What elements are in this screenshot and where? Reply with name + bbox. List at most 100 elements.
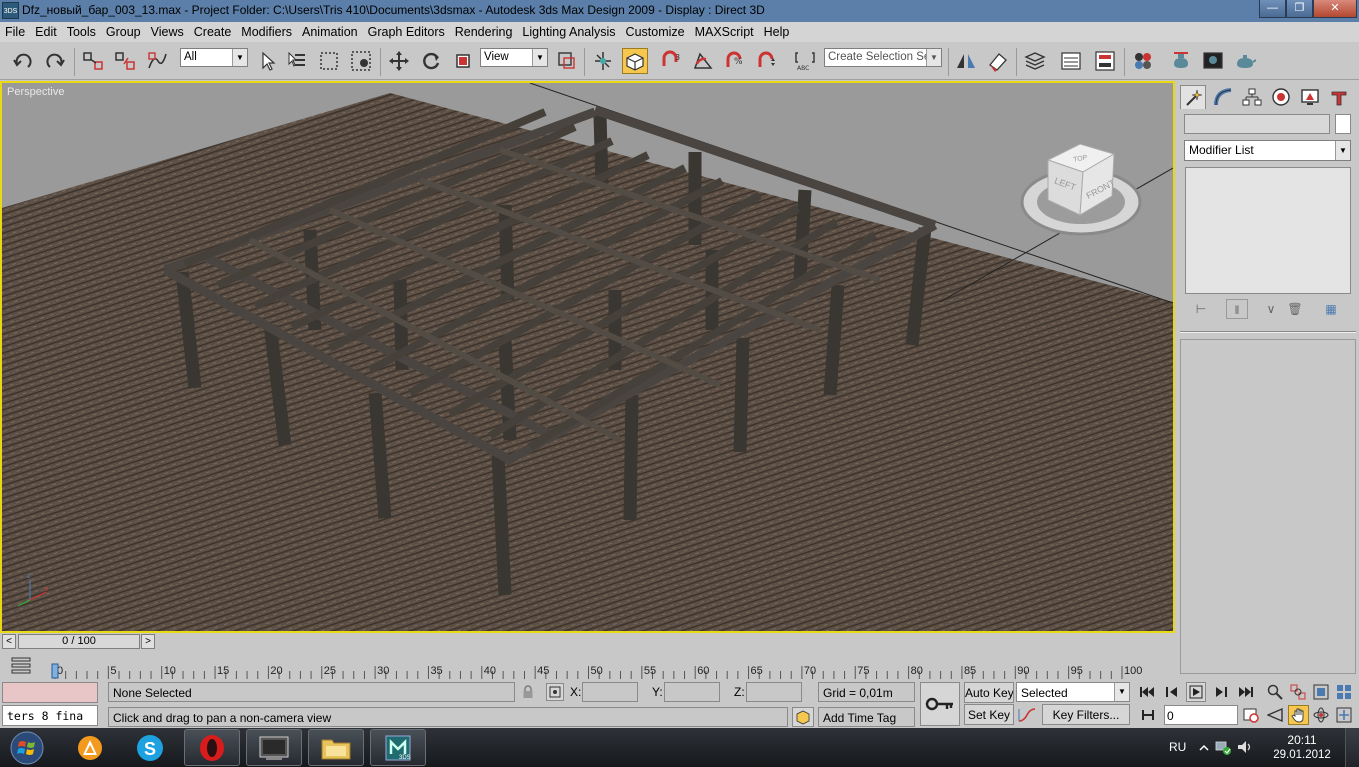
- current-frame-field[interactable]: 0: [1164, 705, 1238, 725]
- taskbar-3dsmax-icon[interactable]: 3DS: [370, 729, 426, 766]
- scene-render[interactable]: TOP FRONT LEFT z x: [2, 83, 1173, 631]
- keyboard-shortcut-override-icon[interactable]: [622, 48, 648, 74]
- network-icon[interactable]: [1214, 738, 1232, 756]
- auto-key-button[interactable]: Auto Key: [964, 682, 1014, 703]
- taskbar-opera-icon[interactable]: [184, 729, 240, 766]
- menu-file[interactable]: File: [0, 22, 30, 42]
- redo-icon[interactable]: [42, 48, 68, 74]
- show-hidden-icons-icon[interactable]: [1199, 742, 1209, 752]
- selection-lock-icon[interactable]: [520, 683, 536, 701]
- add-time-tag-button[interactable]: Add Time Tag: [818, 707, 915, 727]
- reference-coordinate-dropdown[interactable]: View ▼: [480, 48, 548, 67]
- motion-tab-icon[interactable]: [1268, 85, 1294, 109]
- select-and-rotate-icon[interactable]: [418, 48, 444, 74]
- configure-modifier-sets-icon[interactable]: ▦: [1320, 299, 1342, 319]
- utilities-tab-icon[interactable]: [1326, 85, 1352, 109]
- snaps-toggle-icon[interactable]: 3: [658, 48, 684, 74]
- close-icon[interactable]: ✕: [1313, 0, 1357, 18]
- time-tag-icon[interactable]: [792, 707, 814, 727]
- set-keys-key-icon[interactable]: [920, 682, 960, 726]
- rectangular-selection-icon[interactable]: [316, 48, 342, 74]
- menu-customize[interactable]: Customize: [621, 22, 690, 42]
- menu-create[interactable]: Create: [189, 22, 237, 42]
- taskbar-explorer-icon[interactable]: [308, 729, 364, 766]
- key-filters-button[interactable]: Key Filters...: [1042, 704, 1130, 725]
- percent-snap-icon[interactable]: %: [722, 48, 748, 74]
- show-end-result-icon[interactable]: ‖: [1226, 299, 1248, 319]
- restore-icon[interactable]: ❐: [1286, 0, 1313, 18]
- current-frame-marker[interactable]: [51, 663, 59, 679]
- menu-group[interactable]: Group: [101, 22, 146, 42]
- align-icon[interactable]: [985, 48, 1011, 74]
- show-desktop-button[interactable]: [1345, 728, 1359, 767]
- spinner-snap-icon[interactable]: [754, 48, 780, 74]
- menu-rendering[interactable]: Rendering: [450, 22, 518, 42]
- object-color-swatch[interactable]: [1335, 114, 1351, 134]
- pin-stack-icon[interactable]: ⊢: [1190, 299, 1212, 319]
- time-slider[interactable]: < 0 / 100 >: [2, 633, 1174, 650]
- material-editor-icon[interactable]: [1130, 48, 1156, 74]
- key-mode-dropdown[interactable]: Selected ▼: [1016, 682, 1130, 702]
- modifier-list-dropdown[interactable]: Modifier List ▼: [1184, 140, 1351, 161]
- go-to-end-icon[interactable]: [1236, 683, 1256, 701]
- unlink-selection-icon[interactable]: [112, 48, 138, 74]
- make-unique-icon[interactable]: ∨: [1260, 299, 1282, 319]
- maxscript-mini-listener-top[interactable]: [2, 682, 98, 703]
- start-button[interactable]: [3, 729, 51, 767]
- taskbar-avast-icon[interactable]: [62, 729, 118, 766]
- bind-to-space-warp-icon[interactable]: [144, 48, 170, 74]
- go-to-start-icon[interactable]: [1137, 683, 1157, 701]
- menu-maxscript[interactable]: MAXScript: [690, 22, 759, 42]
- next-frame-button[interactable]: >: [141, 634, 155, 649]
- menu-graph-editors[interactable]: Graph Editors: [363, 22, 450, 42]
- menu-tools[interactable]: Tools: [62, 22, 101, 42]
- absolute-mode-transform-icon[interactable]: [546, 683, 564, 701]
- mirror-icon[interactable]: [953, 48, 979, 74]
- render-production-icon[interactable]: [1232, 48, 1258, 74]
- time-slider-thumb[interactable]: 0 / 100: [18, 634, 140, 649]
- pivot-center-icon[interactable]: [554, 48, 580, 74]
- angle-snap-icon[interactable]: [690, 48, 716, 74]
- curve-editor-icon[interactable]: [1058, 48, 1084, 74]
- modifier-stack[interactable]: [1185, 167, 1351, 294]
- menu-edit[interactable]: Edit: [30, 22, 62, 42]
- maximize-viewport-icon[interactable]: [1334, 706, 1354, 724]
- y-coordinate-field[interactable]: [664, 682, 720, 702]
- edit-named-selection-icon[interactable]: ABC: [792, 48, 818, 74]
- render-setup-icon[interactable]: [1168, 48, 1194, 74]
- remove-modifier-icon[interactable]: 🗑: [1284, 299, 1306, 319]
- default-in-out-tangents-icon[interactable]: [1016, 705, 1038, 725]
- language-indicator[interactable]: RU: [1169, 740, 1186, 754]
- modify-tab-icon[interactable]: [1210, 85, 1236, 109]
- key-mode-toggle-icon[interactable]: [1140, 706, 1156, 724]
- menu-lighting-analysis[interactable]: Lighting Analysis: [517, 22, 620, 42]
- orbit-icon[interactable]: [1311, 706, 1331, 724]
- clock-date[interactable]: 29.01.2012: [1267, 749, 1337, 761]
- select-and-move-icon[interactable]: [386, 48, 412, 74]
- volume-icon[interactable]: [1236, 738, 1254, 756]
- taskbar-media-player-icon[interactable]: [246, 729, 302, 766]
- select-and-scale-icon[interactable]: [450, 48, 476, 74]
- app-icon[interactable]: 3DS: [2, 2, 19, 19]
- menu-help[interactable]: Help: [759, 22, 795, 42]
- object-name-field[interactable]: [1184, 114, 1330, 134]
- time-configuration-icon[interactable]: [1242, 705, 1260, 725]
- pan-view-hand-icon[interactable]: [1288, 705, 1309, 725]
- taskbar-skype-icon[interactable]: S: [122, 729, 178, 766]
- previous-frame-button[interactable]: <: [2, 634, 16, 649]
- timeline-ruler[interactable]: 0 5 10 15 20 25 30 35 40 45 50 55 60 65 70 75 80 85 90 95 10…: [0, 652, 1176, 679]
- play-animation-icon[interactable]: [1186, 682, 1206, 702]
- clock-time[interactable]: 20:11: [1267, 733, 1337, 747]
- zoom-extents-all-icon[interactable]: [1334, 683, 1354, 701]
- viewport-label[interactable]: Perspective: [7, 86, 64, 98]
- minimize-icon[interactable]: —: [1259, 0, 1286, 18]
- zoom-icon[interactable]: [1265, 683, 1285, 701]
- next-frame-icon[interactable]: [1210, 683, 1230, 701]
- perspective-viewport[interactable]: TOP FRONT LEFT z x Perspective: [0, 81, 1175, 633]
- track-bar[interactable]: 0 5 10 15 20 25 30 35 40 45 50 55 60 65 70 75 80 85 90 95 10…: [0, 652, 1176, 679]
- create-tab-icon[interactable]: [1180, 85, 1206, 109]
- schematic-view-icon[interactable]: [1092, 48, 1118, 74]
- select-and-manipulate-icon[interactable]: [590, 48, 616, 74]
- select-object-icon[interactable]: [254, 48, 280, 74]
- menu-views[interactable]: Views: [146, 22, 189, 42]
